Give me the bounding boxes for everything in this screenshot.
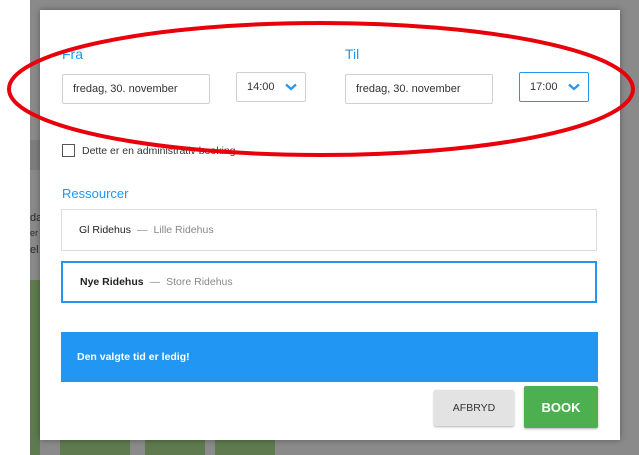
red-ellipse-annotation [7,21,635,157]
